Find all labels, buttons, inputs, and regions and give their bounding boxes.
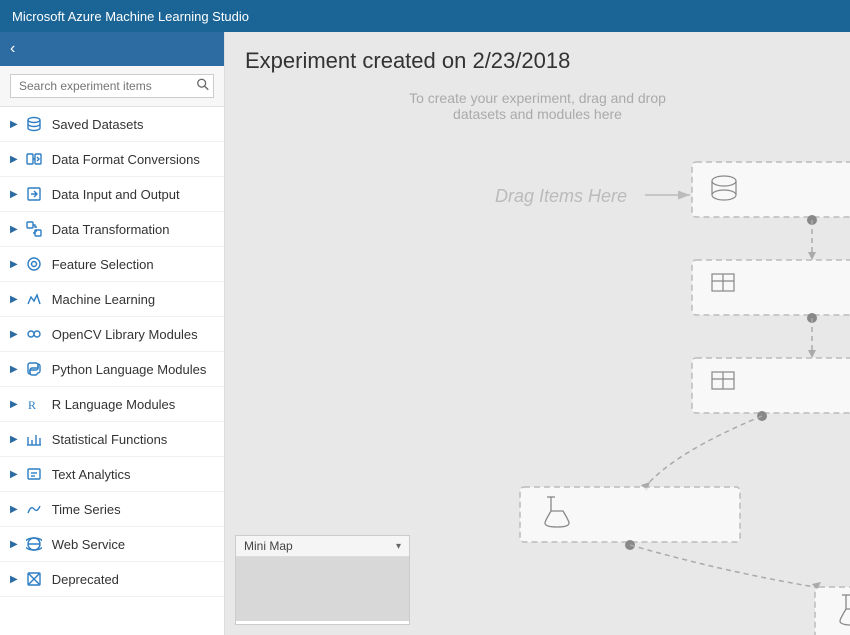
nav-item-text-analytics[interactable]: ▶ Text Analytics xyxy=(0,457,224,492)
nav-icon-text-analytics xyxy=(24,464,44,484)
nav-item-feature-selection[interactable]: ▶ Feature Selection xyxy=(0,247,224,282)
drag-items-label: Drag Items Here xyxy=(495,186,627,206)
svg-text:R: R xyxy=(28,398,36,412)
app-title: Microsoft Azure Machine Learning Studio xyxy=(12,9,249,24)
nav-arrow-text-analytics: ▶ xyxy=(10,469,18,480)
nav-label-opencv-library: OpenCV Library Modules xyxy=(52,327,198,342)
nav-label-data-format-conversions: Data Format Conversions xyxy=(52,152,200,167)
connector-curve-4-5 xyxy=(630,545,815,587)
module-box-2[interactable] xyxy=(692,260,850,315)
nav-icon-machine-learning xyxy=(24,289,44,309)
nav-icon-feature-selection xyxy=(24,254,44,274)
nav-label-text-analytics: Text Analytics xyxy=(52,467,131,482)
module-box-4[interactable] xyxy=(520,487,740,542)
nav-item-time-series[interactable]: ▶ Time Series xyxy=(0,492,224,527)
nav-icon-python-language xyxy=(24,359,44,379)
nav-label-saved-datasets: Saved Datasets xyxy=(52,117,144,132)
nav-item-statistical-functions[interactable]: ▶ Statistical Functions xyxy=(0,422,224,457)
nav-item-r-language[interactable]: ▶ R R Language Modules xyxy=(0,387,224,422)
nav-item-web-service[interactable]: ▶ Web Service xyxy=(0,527,224,562)
module-box-3[interactable] xyxy=(692,358,850,413)
nav-item-opencv-library[interactable]: ▶ OpenCV Library Modules xyxy=(0,317,224,352)
nav-item-python-language[interactable]: ▶ Python Language Modules xyxy=(0,352,224,387)
nav-arrow-deprecated: ▶ xyxy=(10,574,18,585)
connector-curve-left xyxy=(645,416,762,487)
nav-arrow-data-transformation: ▶ xyxy=(10,224,18,235)
nav-icon-time-series xyxy=(24,499,44,519)
mini-map-chevron[interactable]: ▾ xyxy=(396,541,401,552)
nav-arrow-feature-selection: ▶ xyxy=(10,259,18,270)
nav-arrow-data-format-conversions: ▶ xyxy=(10,154,18,165)
title-bar: Microsoft Azure Machine Learning Studio xyxy=(0,0,850,32)
nav-icon-opencv-library xyxy=(24,324,44,344)
search-box-container xyxy=(0,66,224,107)
canvas-area: Experiment created on 2/23/2018 To creat… xyxy=(225,32,850,635)
nav-label-data-transformation: Data Transformation xyxy=(52,222,170,237)
nav-icon-saved-datasets xyxy=(24,114,44,134)
nav-arrow-python-language: ▶ xyxy=(10,364,18,375)
nav-label-statistical-functions: Statistical Functions xyxy=(52,432,168,447)
nav-label-r-language: R Language Modules xyxy=(52,397,176,412)
mini-map-label: Mini Map xyxy=(244,539,293,553)
nav-label-machine-learning: Machine Learning xyxy=(52,292,155,307)
search-icon xyxy=(196,78,210,92)
nav-label-data-input-output: Data Input and Output xyxy=(52,187,180,202)
nav-label-python-language: Python Language Modules xyxy=(52,362,207,377)
nav-label-web-service: Web Service xyxy=(52,537,125,552)
nav-item-saved-datasets[interactable]: ▶ Saved Datasets xyxy=(0,107,224,142)
nav-item-data-format-conversions[interactable]: ▶ Data Format Conversions xyxy=(0,142,224,177)
nav-item-data-transformation[interactable]: ▶ Data Transformation xyxy=(0,212,224,247)
nav-icon-data-input-output xyxy=(24,184,44,204)
search-icon-button[interactable] xyxy=(196,78,210,95)
search-input[interactable] xyxy=(10,74,214,98)
nav-label-deprecated: Deprecated xyxy=(52,572,119,587)
nav-label-time-series: Time Series xyxy=(52,502,121,517)
nav-icon-statistical-functions xyxy=(24,429,44,449)
nav-item-data-input-output[interactable]: ▶ Data Input and Output xyxy=(0,177,224,212)
collapse-button[interactable]: ‹ xyxy=(10,40,15,58)
nav-arrow-r-language: ▶ xyxy=(10,399,18,410)
sidebar-header: ‹ xyxy=(0,32,224,66)
mini-map-header: Mini Map ▾ xyxy=(236,536,409,557)
nav-arrow-web-service: ▶ xyxy=(10,539,18,550)
module-box-1[interactable] xyxy=(692,162,850,217)
nav-icon-data-transformation xyxy=(24,219,44,239)
nav-arrow-data-input-output: ▶ xyxy=(10,189,18,200)
nav-arrow-saved-datasets: ▶ xyxy=(10,119,18,130)
nav-icon-deprecated xyxy=(24,569,44,589)
nav-arrow-time-series: ▶ xyxy=(10,504,18,515)
nav-item-machine-learning[interactable]: ▶ Machine Learning xyxy=(0,282,224,317)
mini-map-content xyxy=(236,557,409,621)
nav-arrow-machine-learning: ▶ xyxy=(10,294,18,305)
nav-icon-data-format-conversions xyxy=(24,149,44,169)
nav-arrow-statistical-functions: ▶ xyxy=(10,434,18,445)
main-layout: ‹ ▶ Saved Datasets ▶ Data Format C xyxy=(0,32,850,635)
mini-map: Mini Map ▾ xyxy=(235,535,410,625)
nav-item-deprecated[interactable]: ▶ Deprecated xyxy=(0,562,224,597)
sidebar: ‹ ▶ Saved Datasets ▶ Data Format C xyxy=(0,32,225,635)
nav-icon-web-service xyxy=(24,534,44,554)
nav-arrow-opencv-library: ▶ xyxy=(10,329,18,340)
nav-list: ▶ Saved Datasets ▶ Data Format Conversio… xyxy=(0,107,224,635)
nav-label-feature-selection: Feature Selection xyxy=(52,257,154,272)
nav-icon-r-language: R xyxy=(24,394,44,414)
